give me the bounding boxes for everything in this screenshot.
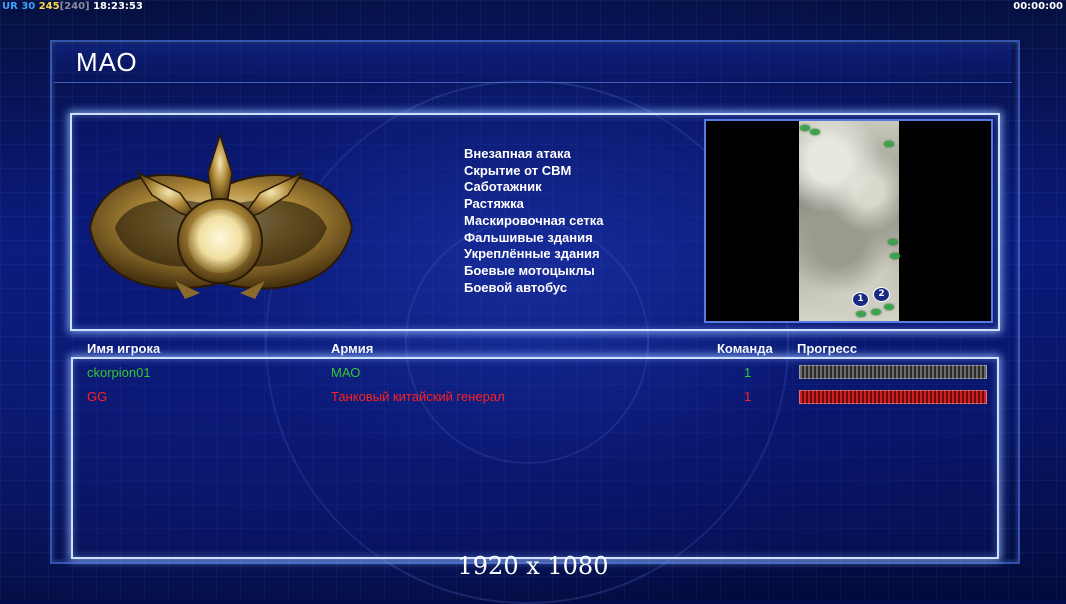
resolution-label: 1920 x 1080 [457, 552, 609, 580]
map-preview: 1 2 [704, 119, 993, 323]
feature-item: Укреплённые здания [464, 246, 600, 262]
status-bar: UR 30 245[240] 18:23:53 00:00:00 [0, 0, 1066, 13]
feature-item: Фальшивые здания [464, 229, 593, 245]
vegetation-marker [856, 311, 866, 317]
start-position-marker[interactable]: 2 [873, 287, 890, 302]
vegetation-marker [888, 239, 898, 245]
feature-item: Саботажник [464, 179, 542, 195]
vegetation-marker [800, 125, 810, 131]
vegetation-marker [890, 253, 900, 259]
feature-item: Скрытие от СВМ [464, 162, 572, 178]
page-title: МАО [76, 47, 138, 77]
column-header-team: Команда [717, 341, 773, 356]
column-header-army: Армия [331, 341, 374, 356]
column-header-progress: Прогресс [797, 341, 858, 356]
feature-item: Растяжка [464, 196, 524, 212]
loading-progress-bar [799, 390, 987, 404]
fps-value: 245 [38, 1, 60, 12]
title-bar [54, 44, 1012, 83]
fps-cap: [240] [59, 1, 90, 12]
feature-item: Боевой автобус [464, 279, 568, 295]
player-team: 1 [744, 389, 752, 404]
ur-value: 30 [21, 1, 36, 12]
vegetation-marker [884, 304, 894, 310]
game-timer: 00:00:00 [1013, 1, 1063, 12]
vegetation-marker [810, 129, 820, 135]
players-panel [71, 357, 999, 559]
feature-item: Боевые мотоцыклы [464, 262, 595, 278]
vegetation-marker [871, 309, 881, 315]
ur-label: UR [2, 1, 18, 12]
player-name: GG [87, 389, 108, 404]
feature-item: Внезапная атака [464, 146, 571, 161]
loading-progress-bar [799, 365, 987, 379]
faction-emblem-icon [88, 133, 354, 299]
player-team: 1 [744, 365, 752, 380]
faction-features-list: Внезапная атака Скрытие от СВМ Саботажни… [464, 146, 603, 296]
player-name: ckorpion01 [87, 365, 151, 380]
player-army: Танковый китайский генерал [331, 389, 505, 404]
column-header-player: Имя игрока [87, 341, 161, 356]
player-army: МАО [331, 365, 361, 380]
clock: 18:23:53 [93, 1, 143, 12]
status-left: UR 30 245[240] 18:23:53 [2, 0, 143, 13]
vegetation-marker [884, 141, 894, 147]
start-position-marker[interactable]: 1 [852, 292, 869, 307]
feature-item: Маскировочная сетка [464, 212, 604, 228]
